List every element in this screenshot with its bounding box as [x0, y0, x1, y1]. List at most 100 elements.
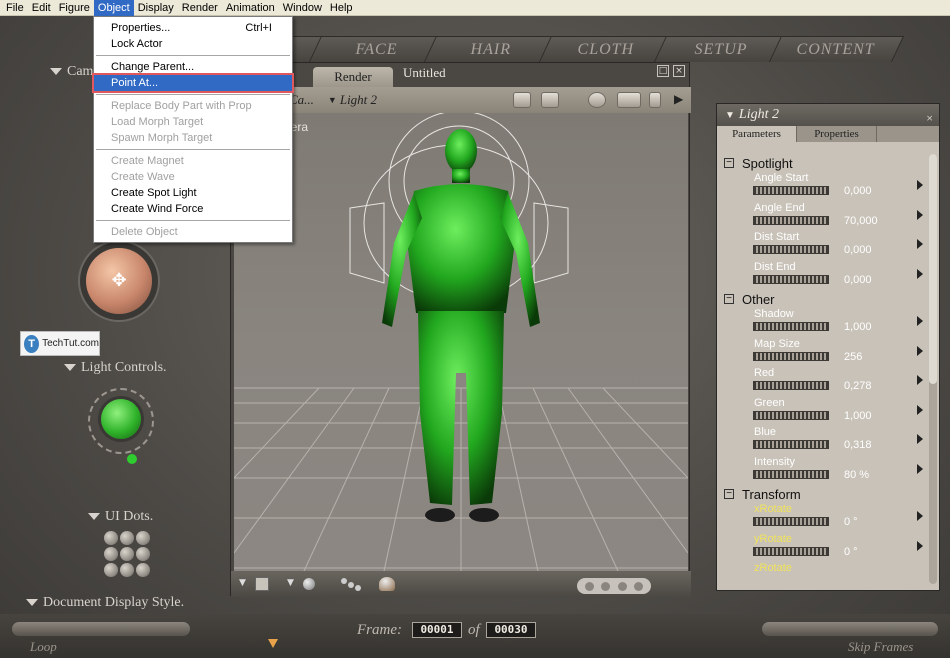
- menu-window[interactable]: Window: [279, 0, 326, 16]
- lamp-icon[interactable]: [649, 92, 661, 108]
- dropdown-triangle-icon[interactable]: ▼: [287, 578, 294, 588]
- param-menu-arrow-icon[interactable]: [917, 434, 923, 444]
- menu-edit[interactable]: Edit: [28, 0, 55, 16]
- tab-render[interactable]: Render: [313, 67, 393, 87]
- ground-shadow-icon[interactable]: [303, 578, 315, 590]
- playback-controls[interactable]: [12, 622, 190, 636]
- param-dial[interactable]: [753, 546, 829, 556]
- param-value[interactable]: 256: [844, 351, 862, 363]
- document-display-style-label[interactable]: Document Display Style.: [26, 595, 184, 611]
- room-tab-cloth[interactable]: CLOTH: [538, 36, 675, 62]
- param-dial[interactable]: [753, 322, 829, 331]
- transform-icon[interactable]: [617, 92, 641, 108]
- play-right-icon[interactable]: ▶: [674, 92, 683, 107]
- menu-figure[interactable]: Figure: [55, 0, 94, 16]
- light-indicator-dot[interactable]: [127, 454, 137, 464]
- param-dial[interactable]: [753, 351, 829, 361]
- camera-trackball[interactable]: ✥: [86, 248, 152, 314]
- param-menu-arrow-icon[interactable]: [917, 540, 923, 551]
- param-value[interactable]: 0 °: [844, 546, 858, 558]
- view-dot[interactable]: [601, 581, 611, 591]
- menu-file[interactable]: File: [2, 0, 28, 16]
- ui-dot[interactable]: [104, 563, 118, 577]
- light-bulb-icon[interactable]: [379, 577, 395, 591]
- menu-item-load-morph-target[interactable]: Load Morph Target: [94, 114, 292, 130]
- menu-item-lock-actor[interactable]: Lock Actor: [94, 36, 292, 52]
- loop-toggle[interactable]: Loop: [30, 639, 57, 655]
- keyframe-controls[interactable]: [762, 622, 938, 636]
- light-select[interactable]: Light 2: [340, 92, 377, 108]
- param-dial[interactable]: [753, 215, 829, 225]
- ui-dot[interactable]: [136, 531, 150, 545]
- group-spotlight[interactable]: − Spotlight: [717, 154, 929, 172]
- param-value[interactable]: 0,278: [844, 380, 872, 392]
- current-frame-field[interactable]: 00001: [412, 622, 462, 638]
- param-menu-arrow-icon[interactable]: [917, 345, 923, 356]
- shadow-dots-icon[interactable]: [341, 578, 361, 591]
- param-menu-arrow-icon[interactable]: [917, 404, 923, 415]
- ui-dots-label[interactable]: UI Dots.: [88, 509, 153, 525]
- menu-render[interactable]: Render: [178, 0, 222, 16]
- menu-item-create-wind-force[interactable]: Create Wind Force: [94, 201, 292, 217]
- ui-dot[interactable]: [120, 547, 134, 561]
- group-other[interactable]: − Other: [717, 290, 929, 308]
- room-tab-face[interactable]: FACE: [308, 36, 445, 62]
- param-dial[interactable]: [753, 186, 829, 195]
- camera-controls-label[interactable]: Cam: [50, 64, 93, 80]
- menu-animation[interactable]: Animation: [222, 0, 279, 16]
- ui-dot[interactable]: [104, 531, 118, 545]
- menu-object[interactable]: Object: [93, 0, 134, 16]
- menu-item-delete-object[interactable]: Delete Object: [94, 224, 292, 240]
- parameters-scrollbar[interactable]: [929, 154, 937, 584]
- light-trackball[interactable]: [101, 399, 141, 439]
- menu-item-spawn-morph-target[interactable]: Spawn Morph Target: [94, 130, 292, 146]
- view-dot[interactable]: [584, 581, 594, 591]
- param-menu-arrow-icon[interactable]: [917, 209, 923, 220]
- group-transform[interactable]: − Transform: [717, 485, 929, 503]
- param-value[interactable]: 0,000: [844, 244, 872, 256]
- menu-display[interactable]: Display: [134, 0, 178, 16]
- param-value[interactable]: 0,318: [844, 439, 872, 451]
- param-menu-arrow-icon[interactable]: [917, 239, 923, 249]
- menu-item-replace-body-part[interactable]: Replace Body Part with Prop: [94, 98, 292, 114]
- tab-properties[interactable]: Properties: [797, 126, 877, 142]
- param-menu-arrow-icon[interactable]: [917, 268, 923, 279]
- param-dial[interactable]: [753, 410, 829, 420]
- skip-frames-toggle[interactable]: Skip Frames: [848, 639, 913, 655]
- menu-item-create-wave[interactable]: Create Wave: [94, 169, 292, 185]
- menu-item-create-magnet[interactable]: Create Magnet: [94, 153, 292, 169]
- tab-parameters[interactable]: Parameters: [717, 126, 797, 142]
- param-value[interactable]: 80 %: [844, 469, 869, 481]
- collapse-triangle-icon[interactable]: ▼: [725, 110, 735, 121]
- param-menu-arrow-icon[interactable]: [917, 316, 923, 326]
- room-tab-setup[interactable]: SETUP: [653, 36, 790, 62]
- menu-item-create-spot-light[interactable]: Create Spot Light: [94, 185, 292, 201]
- ui-dot[interactable]: [136, 547, 150, 561]
- room-tab-hair[interactable]: HAIR: [423, 36, 560, 62]
- sphere-icon[interactable]: [588, 92, 606, 108]
- dropdown-triangle-icon[interactable]: ▼: [239, 578, 246, 588]
- render-icon[interactable]: [513, 92, 531, 108]
- light-controls-label[interactable]: Light Controls.: [64, 360, 167, 376]
- room-tab-content[interactable]: CONTENT: [768, 36, 905, 62]
- 3d-viewport[interactable]: nera: [234, 113, 688, 571]
- ui-dot[interactable]: [120, 563, 134, 577]
- param-menu-arrow-icon[interactable]: [917, 180, 923, 190]
- param-dial[interactable]: [753, 381, 829, 390]
- param-value[interactable]: 70,000: [844, 215, 878, 227]
- param-menu-arrow-icon[interactable]: [917, 375, 923, 385]
- param-dial[interactable]: [753, 440, 829, 449]
- param-dial[interactable]: [753, 517, 829, 526]
- param-value[interactable]: 1,000: [844, 410, 872, 422]
- maximize-icon[interactable]: □: [657, 65, 669, 77]
- ui-dot[interactable]: [104, 547, 118, 561]
- param-dial[interactable]: [753, 245, 829, 254]
- timeline-marker-icon[interactable]: [268, 639, 278, 648]
- param-value[interactable]: 1,000: [844, 321, 872, 333]
- scrollbar-thumb[interactable]: [929, 154, 937, 384]
- area-render-icon[interactable]: [541, 92, 559, 108]
- param-value[interactable]: 0,000: [844, 274, 872, 286]
- close-icon[interactable]: ×: [926, 107, 933, 129]
- param-dial[interactable]: [753, 274, 829, 284]
- close-icon[interactable]: ×: [673, 65, 685, 77]
